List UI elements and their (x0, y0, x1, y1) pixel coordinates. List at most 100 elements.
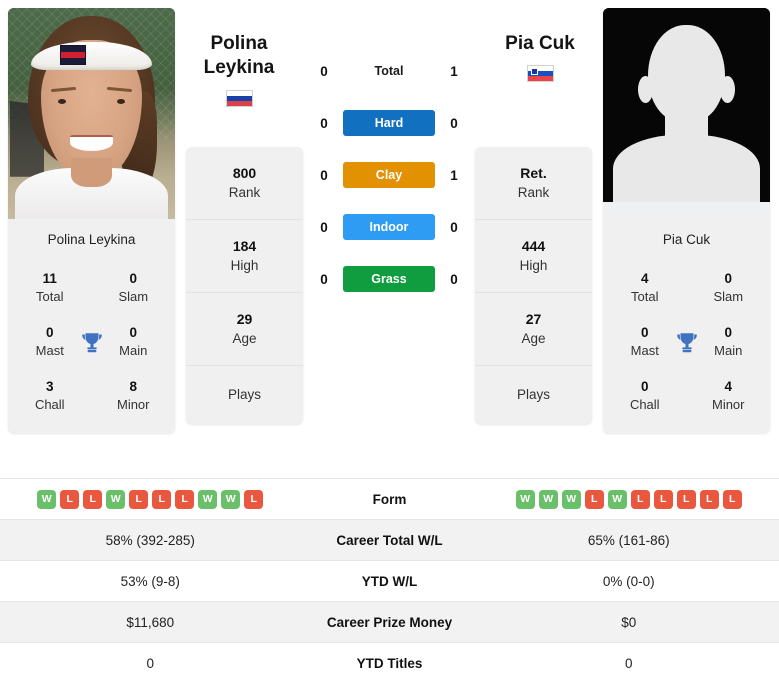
right-career-prize-money: $0 (621, 614, 637, 630)
form-badge-l: L (653, 489, 673, 509)
h2h-row-total: 0 Total 1 (306, 58, 472, 84)
left-titles-slam-value: 0 (129, 271, 137, 286)
right-titles-minor-label: Minor (711, 396, 745, 412)
left-rank-value: 800 (232, 165, 257, 181)
left-titles-minor-label: Minor (116, 396, 150, 412)
right-titles-minor: 4 Minor (687, 370, 771, 424)
right-plays-cell: Plays (475, 366, 592, 425)
left-high-cell: 184 High (186, 220, 303, 293)
form-badge-l: L (676, 489, 696, 509)
right-career-total-wl: 65% (161-86) (587, 532, 670, 548)
player-comparison-page: Polina Leykina 11 Total 0 Slam 0 Mast 0 … (0, 0, 779, 699)
career-prize-money-label: Career Prize Money (326, 614, 453, 630)
h2h-clay-right: 1 (450, 167, 458, 183)
h2h-row-hard: 0 Hard 0 (306, 110, 472, 136)
left-age-label: Age (232, 331, 257, 347)
right-titles-minor-value: 4 (724, 378, 732, 394)
right-rank-cell: Ret. Rank (475, 147, 592, 220)
ytd-titles-label: YTD Titles (356, 655, 423, 671)
right-player-card[interactable]: Pia Cuk 4 Total 0 Slam 0 Mast 0 Main 0 C… (603, 8, 771, 434)
right-titles-chall: 0 Chall (603, 370, 687, 424)
left-rank-label: Rank (228, 185, 261, 201)
right-rank-label: Rank (517, 185, 550, 201)
form-badge-w: W (561, 489, 581, 509)
left-titles-total-label: Total (36, 289, 64, 305)
right-player-name-caption: Pia Cuk (603, 219, 770, 260)
left-ytd-wl: 53% (9-8) (120, 573, 180, 589)
left-form-cell: WLLWLLLWWL (0, 489, 301, 509)
left-titles-minor: 8 Minor (92, 370, 176, 424)
h2h-grass-left: 0 (320, 271, 328, 287)
left-titles-chall-value: 3 (45, 378, 54, 394)
left-titles-total-value: 11 (42, 271, 57, 286)
h2h-total-label: Total (374, 64, 404, 78)
left-rank-cell: 800 Rank (186, 147, 303, 220)
right-age-label: Age (521, 331, 546, 347)
h2h-indoor-right: 0 (450, 219, 458, 235)
form-badge-w: W (515, 489, 535, 509)
left-plays-cell: Plays (186, 366, 303, 425)
h2h-clay-left: 0 (320, 167, 328, 183)
form-badge-l: L (630, 489, 650, 509)
right-titles-main-value: 0 (724, 324, 732, 340)
h2h-total-right: 1 (450, 63, 458, 79)
right-high-label: High (519, 258, 548, 274)
right-titles-total: 4 Total (603, 262, 687, 316)
form-badge-l: L (699, 489, 719, 509)
left-player-card[interactable]: Polina Leykina 11 Total 0 Slam 0 Mast 0 … (8, 8, 176, 434)
left-titles-minor-value: 8 (129, 378, 137, 394)
h2h-grass-label[interactable]: Grass (343, 266, 435, 292)
h2h-hard-left: 0 (320, 115, 328, 131)
h2h-row-grass: 0 Grass 0 (306, 266, 472, 292)
form-badge-w: W (607, 489, 627, 509)
left-age-cell: 29 Age (186, 293, 303, 366)
h2h-hard-label[interactable]: Hard (343, 110, 435, 136)
form-badge-w: W (538, 489, 558, 509)
right-form-cell: WWWLWLLLLL (479, 489, 779, 509)
top-section: Polina Leykina 11 Total 0 Slam 0 Mast 0 … (0, 0, 779, 470)
career-total-wl-label: Career Total W/L (336, 532, 443, 548)
form-badge-w: W (106, 489, 126, 509)
table-row: 58% (392-285) Career Total W/L 65% (161-… (0, 519, 779, 560)
right-titles-slam: 0 Slam (687, 262, 771, 316)
form-badge-l: L (60, 489, 80, 509)
right-ytd-titles: 0 (624, 655, 633, 671)
right-titles-card: 4 Total 0 Slam 0 Mast 0 Main 0 Chall 4 M… (603, 260, 771, 434)
left-rank-card: 800 Rank 184 High 29 Age Plays (186, 147, 303, 425)
left-ytd-titles: 0 (146, 655, 154, 671)
h2h-grass-right: 0 (450, 271, 458, 287)
form-badge-l: L (584, 489, 604, 509)
h2h-hard-right: 0 (450, 115, 458, 131)
left-high-label: High (230, 258, 259, 274)
fila-logo-icon (59, 44, 87, 65)
ytd-wl-label: YTD W/L (361, 573, 418, 589)
table-row-form: WLLWLLLWWL Form WWWLWLLLLL (0, 478, 779, 519)
left-titles-total: 11 Total (8, 262, 92, 316)
right-plays-label: Plays (516, 386, 550, 402)
left-player-name-caption: Polina Leykina (8, 219, 175, 260)
h2h-row-indoor: 0 Indoor 0 (306, 214, 472, 240)
left-form-badges: WLLWLLLWWL (6, 489, 295, 509)
left-titles-main-label: Main (119, 342, 148, 358)
form-badge-l: L (129, 489, 149, 509)
table-row: 53% (9-8) YTD W/L 0% (0-0) (0, 560, 779, 601)
right-form-badges: WWWLWLLLLL (485, 489, 774, 509)
right-rank-value: Ret. (520, 165, 547, 181)
left-titles-card: 11 Total 0 Slam 0 Mast 0 Main 3 Chall 8 … (8, 260, 176, 434)
left-titles-slam-label: Slam (118, 289, 149, 305)
head-to-head-column: 0 Total 1 0 Hard 0 0 Clay 1 0 Indoor 0 0 (306, 58, 472, 292)
right-player-photo (603, 8, 770, 219)
right-titles-chall-label: Chall (629, 396, 660, 412)
trophy-icon (81, 332, 102, 352)
h2h-clay-label[interactable]: Clay (343, 162, 435, 188)
left-plays-label: Plays (227, 386, 261, 402)
right-titles-main-label: Main (714, 342, 743, 358)
h2h-indoor-left: 0 (320, 219, 328, 235)
form-badge-l: L (244, 489, 264, 509)
comparison-table: WLLWLLLWWL Form WWWLWLLLLL 58% (392-285)… (0, 478, 779, 683)
h2h-indoor-label[interactable]: Indoor (343, 214, 435, 240)
left-career-total-wl: 58% (392-285) (105, 532, 195, 548)
form-badge-l: L (722, 489, 742, 509)
right-high-value: 444 (521, 237, 546, 254)
right-high-cell: 444 High (475, 220, 592, 293)
